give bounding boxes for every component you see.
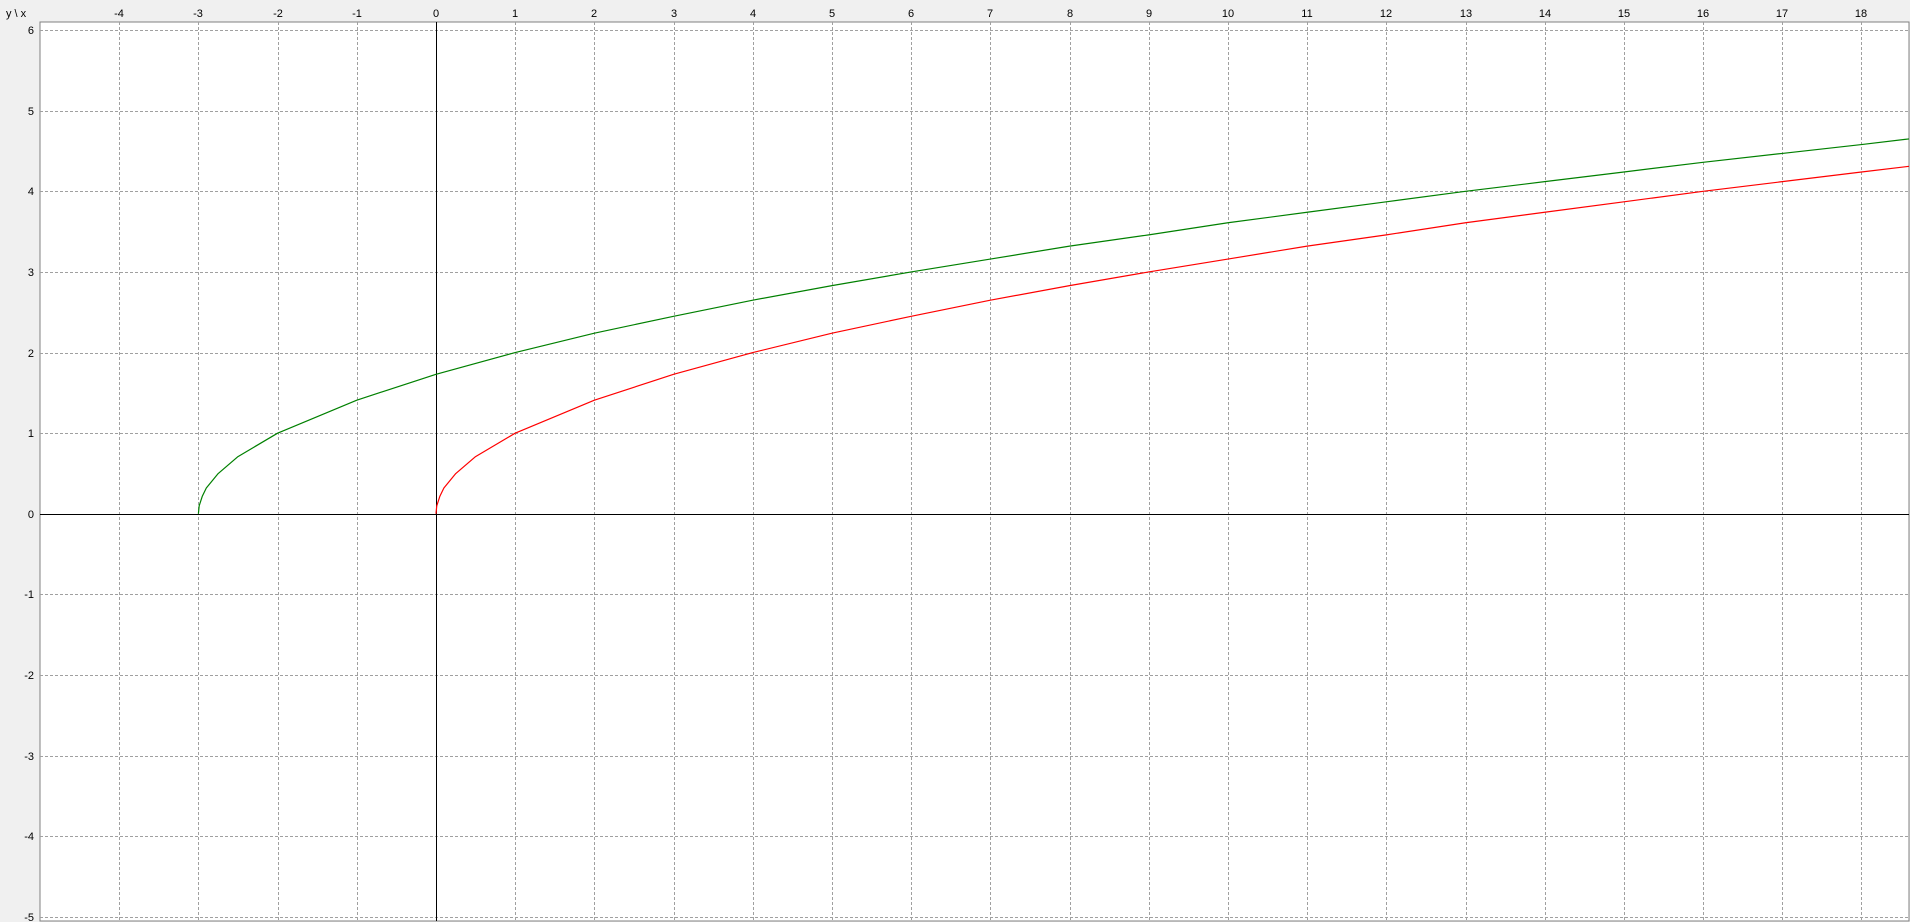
y-tick-label: -3: [24, 751, 34, 763]
y-tick-label: 2: [28, 348, 34, 360]
x-tick-label: 2: [591, 8, 597, 20]
x-tick-label: 15: [1618, 8, 1630, 20]
x-tick-label: -4: [114, 8, 124, 20]
x-tick-label: 4: [750, 8, 756, 20]
y-tick-label: -1: [24, 589, 34, 601]
x-tick-label: 11: [1301, 8, 1312, 20]
x-tick-label: 10: [1222, 8, 1234, 20]
y-tick-label: 0: [28, 509, 34, 521]
x-tick-label: 12: [1380, 8, 1392, 20]
y-tick-label: 4: [28, 186, 34, 198]
y-tick-label: 3: [28, 267, 34, 279]
y-tick-label: -5: [24, 912, 34, 922]
plot-area[interactable]: [39, 21, 1910, 922]
y-tick-label: -2: [24, 670, 34, 682]
x-tick-label: 9: [1146, 8, 1152, 20]
chart-svg[interactable]: -4 -3 -2 -1 0 1 2 3 4 5 6 7 8 9 10 11 12 13 14 15 16 17 186543…: [0, 0, 1910, 922]
x-tick-label: 17: [1776, 8, 1788, 20]
x-tick-label: 18: [1855, 8, 1867, 20]
y-tick-label: 6: [28, 25, 34, 37]
x-tick-label: 7: [987, 8, 993, 20]
y-tick-label: -4: [24, 831, 34, 843]
y-tick-label: 5: [28, 106, 34, 118]
graph-window: -4 -3 -2 -1 0 1 2 3 4 5 6 7 8 9 10 11 12 13 14 15 16 17 18 6 5 4 3…: [0, 0, 1910, 922]
y-tick-label: 1: [28, 428, 34, 440]
x-tick-label: 13: [1460, 8, 1472, 20]
x-tick-label: 3: [671, 8, 677, 20]
x-tick-label: 6: [908, 8, 914, 20]
x-tick-label: -3: [193, 8, 203, 20]
x-tick-label: 14: [1539, 8, 1551, 20]
x-tick-label: 16: [1697, 8, 1709, 20]
x-tick-label: 5: [829, 8, 835, 20]
x-tick-label: -2: [273, 8, 283, 20]
x-tick-label: 8: [1067, 8, 1073, 20]
corner-label: y \ x: [6, 8, 27, 20]
x-tick-label: 0: [433, 8, 439, 20]
x-tick-label: -1: [352, 8, 362, 20]
x-tick-label: 1: [512, 8, 518, 20]
